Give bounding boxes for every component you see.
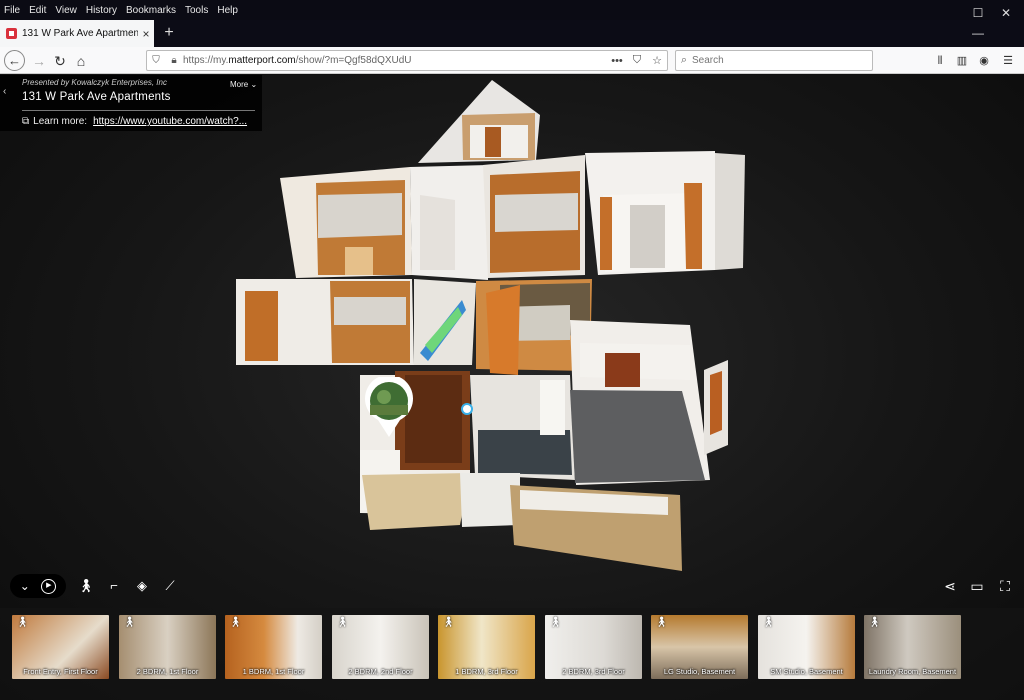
model-title: 131 W Park Ave Apartments — [22, 91, 171, 103]
new-tab-button[interactable]: + — [159, 23, 179, 43]
tab-strip: 131 W Park Ave Apartments × + — — [0, 20, 1024, 47]
minimize-button-2[interactable] — [924, 0, 960, 27]
walk-icon[interactable]: 🚶︎ — [72, 573, 100, 599]
tab-title: 131 W Park Ave Apartments — [22, 28, 138, 39]
nav-bar: ← → ↻ ⌂ ⛉ 🔒︎ https://my.matterport.com/s… — [0, 47, 1024, 74]
fullscreen-icon[interactable]: ⛶ — [992, 573, 1018, 599]
highlight-reel: 🚶︎ Front Entry, First Floor 🚶︎ 2 BDRM, 1… — [0, 608, 1024, 700]
walk-icon: 🚶︎ — [762, 617, 775, 628]
thumbnail-caption: 1 BDRM, 3rd Floor — [455, 667, 518, 676]
measure-icon[interactable]: ⟋ — [156, 573, 184, 599]
forward-button[interactable]: → — [28, 50, 50, 72]
thumbnail-item[interactable]: 🚶︎ Laundry Room, Basement — [864, 615, 961, 679]
matterport-viewer[interactable]: ‹ Presented by Kowalczyk Enterprises, In… — [0, 75, 1024, 700]
thumbnail-item[interactable]: 🚶︎ 2 BDRM, 2nd Floor — [332, 615, 429, 679]
thumbnail-item[interactable]: 🚶︎ Front Entry, First Floor — [12, 615, 109, 679]
viewer-controls: ⌄ ▶ 🚶︎ ⌐ ◈ ⟋ — [10, 573, 184, 599]
learn-more-link[interactable]: https://www.youtube.com/watch?... — [93, 116, 247, 127]
close-window-button[interactable]: ✕ — [988, 0, 1024, 27]
search-icon: ⌕ — [680, 54, 688, 66]
thumbnail-item[interactable]: 🚶︎ 1 BDRM, 1st Floor — [225, 615, 322, 679]
pocket-icon[interactable]: ⛉ — [627, 54, 647, 67]
more-button[interactable]: More ⌄ — [230, 80, 257, 89]
collapse-panel-icon[interactable]: ‹ — [3, 86, 6, 97]
matterport-favicon-icon — [6, 28, 17, 39]
thumbnail-caption: 2 BDRM, 3rd Floor — [562, 667, 625, 676]
menu-help[interactable]: Help — [217, 5, 238, 16]
thumbnail-item[interactable]: 🚶︎ 1 BDRM, 3rd Floor — [438, 615, 535, 679]
learn-more-label: Learn more: — [33, 116, 88, 127]
menu-view[interactable]: View — [55, 5, 77, 16]
menu-file[interactable]: File — [4, 5, 20, 16]
walk-icon: 🚶︎ — [442, 617, 455, 628]
sidebar-icon[interactable]: ▥ — [952, 50, 972, 72]
bookmark-star-icon[interactable]: ☆ — [647, 54, 667, 67]
thumbnail-caption: Front Entry, First Floor — [23, 667, 98, 676]
thumbnail-caption: SM Studio, Basement — [770, 667, 843, 676]
mattertag-icon[interactable] — [461, 403, 473, 415]
share-icon[interactable]: ⋖ — [937, 573, 963, 599]
search-input[interactable] — [692, 55, 862, 66]
back-button[interactable]: ← — [4, 50, 25, 71]
thumbnail-caption: 2 BDRM, 1st Floor — [136, 667, 199, 676]
lock-icon[interactable]: 🔒︎ — [165, 55, 183, 66]
dollhouse-3d-model[interactable] — [0, 75, 1024, 700]
reload-button[interactable]: ↻ — [49, 50, 71, 72]
thumbnail-caption: Laundry Room, Basement — [868, 667, 957, 676]
tour-controls-pill: ⌄ ▶ — [10, 574, 66, 598]
walk-icon: 🚶︎ — [229, 617, 242, 628]
walk-icon: 🚶︎ — [16, 617, 29, 628]
tab-active[interactable]: 131 W Park Ave Apartments × — [0, 20, 154, 47]
divider — [22, 110, 255, 111]
chevron-down-icon[interactable]: ⌄ — [20, 579, 30, 593]
url-text[interactable]: https://my.matterport.com/show/?m=Qgf58d… — [183, 55, 607, 66]
thumbnail-item[interactable]: 🚶︎ LG Studio, Basement — [651, 615, 748, 679]
tab-close-icon[interactable]: × — [138, 27, 154, 41]
search-box[interactable]: ⌕ — [675, 50, 873, 71]
menu-bar: File Edit View History Bookmarks Tools H… — [0, 0, 1024, 20]
thumbnail-item[interactable]: 🚶︎ 2 BDRM, 1st Floor — [119, 615, 216, 679]
thumbnail-item[interactable]: 🚶︎ 2 BDRM, 3rd Floor — [545, 615, 642, 679]
menu-bookmarks[interactable]: Bookmarks — [126, 5, 176, 16]
learn-more-row: ⧉ Learn more: https://www.youtube.com/wa… — [22, 116, 247, 127]
floorplan-icon[interactable]: ⌐ — [100, 573, 128, 599]
info-panel: ‹ Presented by Kowalczyk Enterprises, In… — [0, 75, 262, 131]
thumbnail-caption: 2 BDRM, 2nd Floor — [348, 667, 413, 676]
library-icon[interactable]: ⫴ — [930, 50, 950, 72]
hamburger-menu-icon[interactable]: ☰ — [998, 50, 1018, 72]
walk-icon: 🚶︎ — [868, 617, 881, 628]
location-pin-icon[interactable] — [362, 377, 416, 439]
external-link-icon: ⧉ — [22, 116, 30, 127]
walk-icon: 🚶︎ — [123, 617, 136, 628]
url-bar[interactable]: ⛉ 🔒︎ https://my.matterport.com/show/?m=Q… — [146, 50, 668, 71]
thumbnail-item[interactable]: 🚶︎ SM Studio, Basement — [758, 615, 855, 679]
layers-icon[interactable]: ◈ — [128, 573, 156, 599]
vr-icon[interactable]: ▭ — [964, 573, 990, 599]
thumbnail-caption: 1 BDRM, 1st Floor — [242, 667, 305, 676]
play-icon[interactable]: ▶ — [41, 578, 57, 594]
presented-by-text: Presented by Kowalczyk Enterprises, Inc — [22, 78, 167, 87]
thumbnail-caption: LG Studio, Basement — [663, 667, 736, 676]
basement-left — [362, 473, 470, 530]
menu-history[interactable]: History — [86, 5, 117, 16]
menu-tools[interactable]: Tools — [185, 5, 208, 16]
home-button[interactable]: ⌂ — [70, 50, 92, 72]
page-actions-icon[interactable]: ••• — [607, 55, 627, 67]
shield-icon[interactable]: ⛉ — [147, 55, 165, 66]
walk-icon: 🚶︎ — [549, 617, 562, 628]
walk-icon: 🚶︎ — [655, 617, 668, 628]
account-icon[interactable]: ◉ — [974, 50, 994, 72]
menu-edit[interactable]: Edit — [29, 5, 46, 16]
walk-icon: 🚶︎ — [336, 617, 349, 628]
